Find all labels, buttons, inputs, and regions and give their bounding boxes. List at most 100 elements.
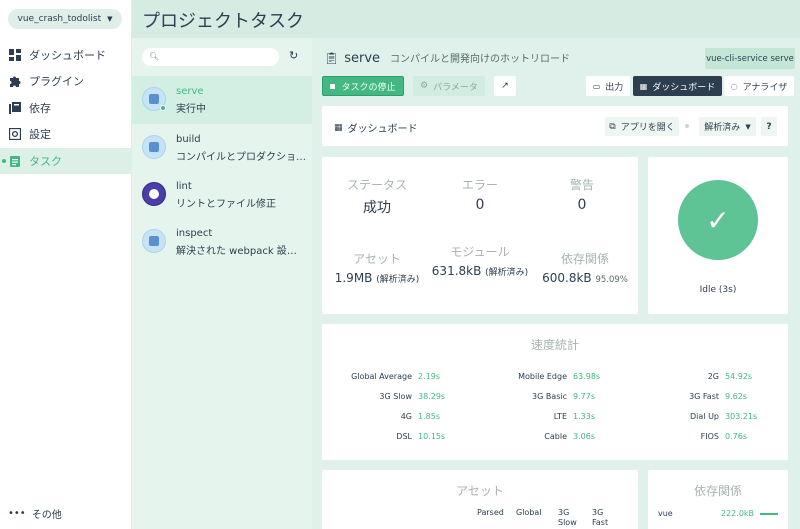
speed-label: DSL	[396, 432, 412, 441]
tab-analyzer[interactable]: ◌ アナライザ	[724, 76, 794, 96]
nav-item-dashboard[interactable]: ダッシュボード	[0, 42, 131, 68]
speed-stat: 3G Basic 9.77s	[483, 392, 633, 404]
dependencies-title: 依存関係	[693, 484, 742, 498]
speed-value: 38.29s	[418, 392, 446, 401]
library-icon	[9, 102, 21, 114]
tab-dashboard[interactable]: ▦ ダッシュボード	[633, 76, 722, 96]
external-link-icon: ↗	[501, 81, 509, 91]
nav-item-tasks[interactable]: タスク	[0, 148, 131, 174]
task-subtitle: コンパイルと開発向けのホットリロード	[390, 54, 571, 65]
stat-modules: モジュール 631.8kB (解析済み)	[430, 243, 530, 282]
stop-task-label: タスクの停止	[341, 82, 396, 93]
stat-value: 成功	[363, 200, 391, 216]
tab-output-label: 出力	[605, 82, 624, 93]
stat-value: 631.8kB (解析済み)	[430, 262, 530, 282]
column-header: Global	[516, 508, 542, 517]
nav-more-button[interactable]: ••• その他	[8, 506, 62, 521]
task-detail: 📋︎ serve コンパイルと開発向けのホットリロード vue-cli-serv…	[312, 38, 800, 529]
nav-item-label: 設定	[29, 128, 51, 141]
search-input[interactable]: 🔍︎	[142, 48, 279, 66]
dashboard-icon: ▦	[334, 122, 343, 133]
speed-value: 1.33s	[573, 412, 595, 421]
sidebar-nav: vue_crash_todolist ▼ ダッシュボード プラグイン 依存 設定…	[0, 0, 132, 529]
assets-card: アセット Parsed Global 3G Slow 3G Fast	[322, 470, 638, 529]
task-header: 📋︎ serve コンパイルと開発向けのホットリロード	[324, 50, 570, 66]
dependency-bar	[760, 513, 778, 515]
command-badge: vue-cli-service serve	[705, 48, 795, 69]
settings-icon	[8, 127, 22, 141]
speed-label: 3G Basic	[531, 392, 567, 401]
speed-label: 3G Slow	[379, 392, 412, 401]
parameters-label: パラメータ	[433, 82, 478, 93]
nav-item-dependencies[interactable]: 依存	[0, 95, 131, 121]
speed-label: Cable	[544, 432, 567, 441]
column-header: Parsed	[477, 508, 504, 517]
page-title: プロジェクトタスク	[142, 11, 304, 32]
task-title: serve	[344, 51, 381, 66]
speed-value: 303.21s	[725, 412, 758, 421]
size-type-select[interactable]: 解析済み ▼	[699, 117, 756, 136]
speed-value: 54.92s	[725, 372, 753, 381]
stat-assets: アセット 1.9MB (解析済み)	[327, 250, 427, 289]
nav-item-plugins[interactable]: プラグイン	[0, 68, 131, 94]
speed-value: 0.76s	[725, 432, 747, 441]
open-external-button[interactable]: ↗	[494, 76, 516, 96]
parameters-button[interactable]: ⚙ パラメータ	[413, 76, 485, 96]
tab-analyzer-label: アナライザ	[742, 82, 788, 93]
speed-stat: 4G 1.85s	[328, 412, 478, 424]
task-item-build[interactable]: build コンパイルとプロダクショ…	[132, 124, 312, 172]
speed-value: 2.19s	[418, 372, 440, 381]
help-button[interactable]: ?	[761, 117, 777, 136]
speed-stat: DSL 10.15s	[328, 432, 478, 444]
stat-value: 600.8kB 95.09%	[532, 269, 638, 289]
assets-title: アセット	[456, 484, 504, 498]
task-name: lint	[176, 181, 192, 192]
speed-stat: Dial Up 303.21s	[635, 412, 785, 424]
stop-task-button[interactable]: タスクの停止	[322, 76, 404, 96]
monitor-icon: ▭	[592, 81, 601, 91]
task-item-serve[interactable]: serve 実行中	[132, 76, 312, 124]
chevron-down-icon: ▼	[745, 122, 751, 131]
tab-output[interactable]: ▭ 出力	[586, 76, 630, 96]
stat-status: ステータス 成功	[327, 176, 427, 217]
stat-value: 0	[475, 197, 485, 213]
tab-dashboard-label: ダッシュボード	[652, 82, 716, 93]
task-name: inspect	[176, 228, 213, 239]
speed-stat: 2G 54.92s	[635, 372, 785, 384]
speed-label: Mobile Edge	[518, 372, 567, 381]
open-app-button[interactable]: ⧉ アプリを開く	[605, 117, 679, 136]
dashboard-toolbar: ▦ ダッシュボード ⧉ アプリを開く 解析済み ▼ ?	[322, 106, 788, 146]
running-indicator	[160, 105, 166, 111]
speed-label: 2G	[707, 372, 719, 381]
speed-label: LTE	[553, 412, 567, 421]
stat-errors: エラー 0	[430, 176, 530, 213]
gear-icon: ⚙	[420, 81, 429, 91]
task-item-inspect[interactable]: inspect 解決された webpack 設定…	[132, 218, 312, 266]
speed-stat: 3G Fast 9.62s	[635, 392, 785, 404]
nav-more-label: その他	[31, 510, 62, 521]
task-name: build	[176, 134, 201, 145]
more-icon: •••	[8, 508, 26, 519]
task-desc: 実行中	[176, 104, 206, 115]
stat-value: 1.9MB (解析済み)	[327, 269, 427, 289]
task-item-lint[interactable]: lint リントとファイル修正	[132, 171, 312, 219]
speed-label: Dial Up	[690, 412, 719, 421]
nav-item-settings[interactable]: 設定	[0, 121, 131, 147]
speed-value: 63.98s	[573, 372, 601, 381]
speed-stats-title: 速度統計	[530, 338, 579, 352]
task-desc: 解決された webpack 設定…	[176, 246, 306, 257]
open-app-icon: ⧉	[609, 121, 616, 132]
chevron-down-icon: ▼	[107, 15, 113, 23]
dependency-row: vue 222.0kB	[658, 509, 780, 518]
task-name: serve	[176, 86, 204, 97]
separator-dot	[685, 124, 689, 128]
refresh-icon[interactable]: ↻	[289, 49, 298, 62]
speed-value: 1.85s	[418, 412, 440, 421]
build-stats-card: ステータス 成功 エラー 0 警告 0 アセット 1.9MB (解析済み) モジ…	[322, 157, 638, 314]
help-icon: ?	[766, 121, 772, 132]
dashboard-icon: ▦	[639, 81, 648, 91]
stat-dependencies: 依存関係 600.8kB 95.09%	[532, 250, 638, 289]
project-selector[interactable]: vue_crash_todolist ▼	[8, 9, 122, 29]
speed-label: 3G Fast	[689, 392, 719, 401]
assets-note: (解析済み)	[376, 275, 420, 285]
